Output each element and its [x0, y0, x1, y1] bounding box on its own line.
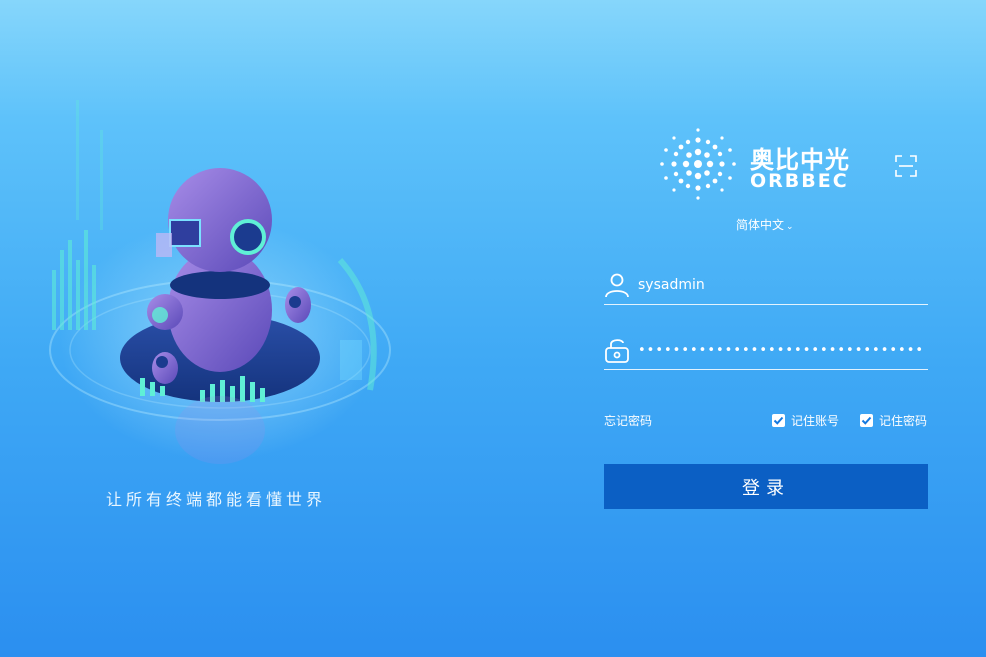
user-icon — [605, 273, 629, 298]
chevron-down-icon: ⌄ — [786, 222, 794, 232]
robot-illustration — [49, 100, 391, 464]
remember-password-checkbox[interactable]: 记住密码 — [860, 412, 927, 429]
username-input[interactable] — [638, 274, 923, 296]
forgot-password-link[interactable]: 忘记密码 — [604, 412, 652, 429]
slogan-text: 让所有终端都能看懂世界 — [106, 490, 327, 509]
language-select[interactable]: 简体中文 ⌄ — [736, 216, 794, 233]
remember-account-checkbox[interactable]: 记住账号 — [772, 412, 839, 429]
scan-icon[interactable] — [894, 154, 918, 178]
password-input[interactable] — [638, 339, 923, 361]
lock-icon — [605, 339, 629, 363]
remember-account-label: 记住账号 — [791, 414, 840, 428]
checkbox-checked-icon — [772, 414, 785, 427]
language-current: 简体中文 — [736, 218, 785, 232]
password-field — [604, 335, 928, 370]
username-field — [604, 270, 928, 305]
brand-name-en: ORBBEC — [750, 170, 849, 192]
remember-password-label: 记住密码 — [879, 414, 928, 428]
checkbox-checked-icon — [860, 414, 873, 427]
login-button[interactable]: 登录 — [604, 464, 928, 509]
